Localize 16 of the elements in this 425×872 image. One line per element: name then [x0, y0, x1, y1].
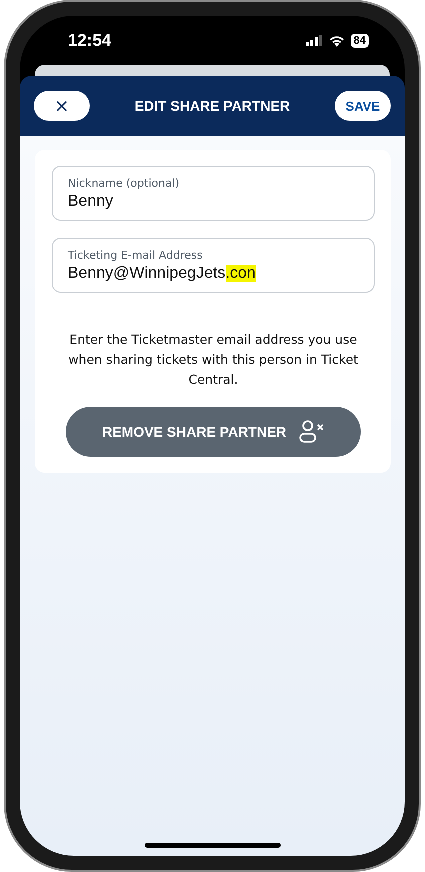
screen-title: EDIT SHARE PARTNER — [134, 98, 290, 114]
field-label: Ticketing E-mail Address — [68, 248, 204, 262]
text-field[interactable]: Ticketing E-mail Address Benny@WinnipegJets.con — [52, 238, 375, 293]
battery-level: 84 — [350, 34, 369, 48]
field-value: Benny — [68, 192, 114, 210]
wifi-icon — [328, 34, 345, 46]
status-time: 12:54 — [68, 30, 112, 50]
save-button[interactable]: SAVE — [335, 91, 391, 121]
signal-icon — [306, 35, 323, 46]
remove-partner-button[interactable]: REMOVE SHARE PARTNER — [66, 407, 361, 457]
close-button[interactable]: × — [34, 91, 90, 121]
field-value: Benny@WinnipegJets.con — [68, 264, 257, 282]
help-text: Enter the Ticketmaster email address you use when sharing tickets with this person in Ticket Central. — [68, 331, 360, 389]
text-field[interactable]: Nickname (optional) Benny — [52, 166, 375, 221]
field-label: Nickname (optional) — [68, 176, 181, 190]
remove-person-icon — [298, 420, 325, 444]
